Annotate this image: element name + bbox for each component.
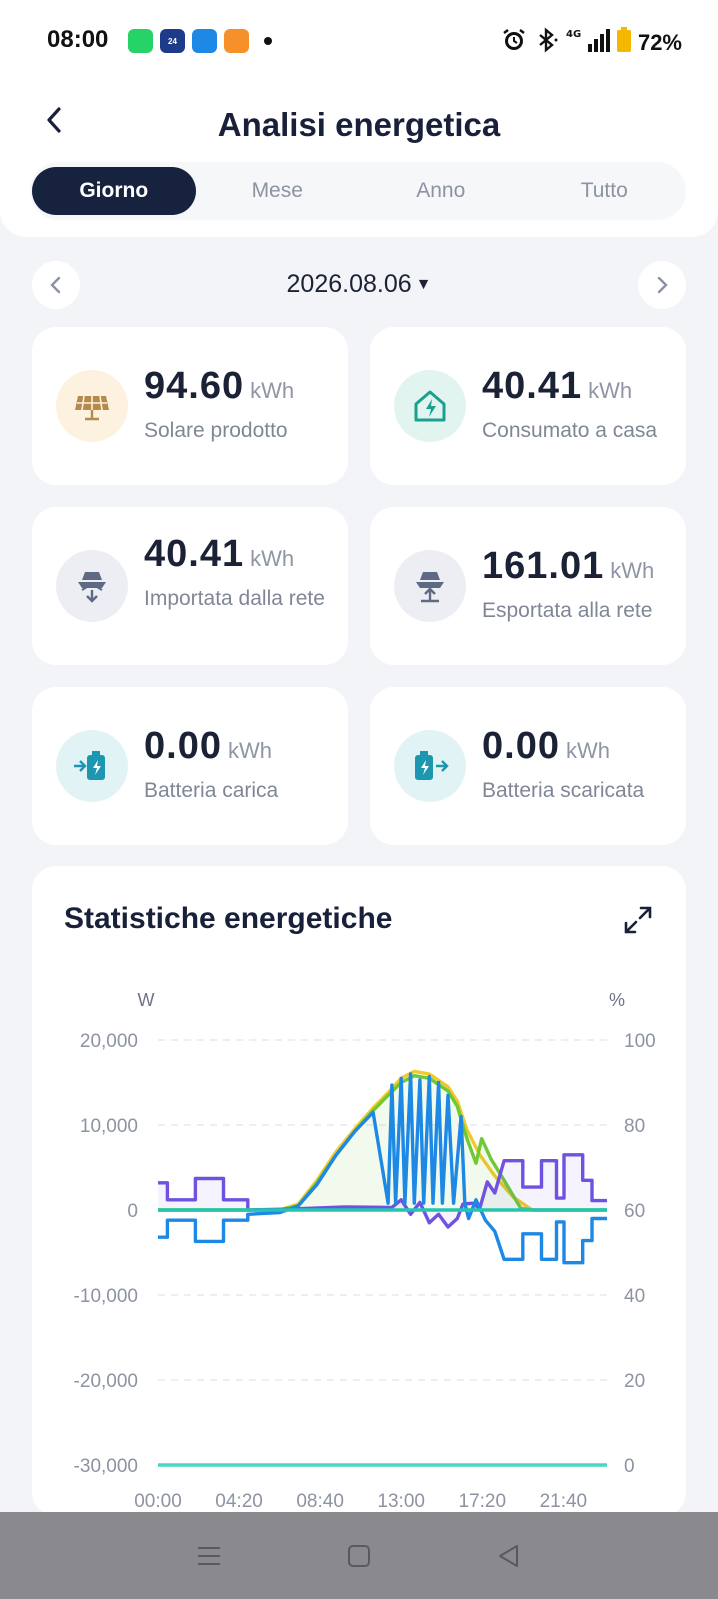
grid-export-icon	[394, 550, 466, 622]
battery-icon	[616, 26, 632, 59]
back-nav-icon	[499, 1544, 518, 1567]
menu-nav-button[interactable]	[189, 1536, 229, 1576]
caret-down-icon: ▼	[415, 276, 432, 294]
y-left-unit: W	[138, 990, 155, 1010]
stat-unit: kWh	[565, 738, 610, 763]
alarm-icon	[500, 26, 528, 59]
stat-unit: kWh	[588, 378, 633, 403]
y-left-tick-label: -30,000	[74, 1456, 138, 1477]
orange-app-icon	[224, 29, 249, 53]
date-selector[interactable]: 2026.08.06 ▼	[0, 270, 718, 299]
stat-number: 0.00	[144, 725, 222, 767]
home-energy-icon	[394, 370, 466, 442]
stat-label: Batteria carica	[144, 779, 279, 802]
home-nav-button[interactable]	[339, 1536, 379, 1576]
y-left-tick-label: 0	[127, 1201, 138, 1222]
battery-charge-icon	[56, 730, 128, 802]
y-right-tick-label: 0	[624, 1456, 635, 1477]
stat-number: 40.41	[482, 365, 583, 407]
stat-number: 94.60	[144, 365, 245, 407]
stat-number: 0.00	[482, 725, 560, 767]
stat-value: 94.60 kWh	[144, 365, 294, 408]
back-nav-button[interactable]	[489, 1536, 529, 1576]
stat-label: Batteria scaricata	[482, 779, 645, 802]
status-bar: 08:00 24 4G 72%	[0, 0, 718, 82]
next-date-button[interactable]	[638, 261, 686, 309]
battery-percent: 72%	[637, 29, 682, 55]
y-right-tick-label: 60	[624, 1201, 645, 1222]
stat-label: Esportata alla rete	[482, 599, 653, 622]
status-app-icons: 24	[128, 29, 272, 53]
energy-statistics-card: Statistiche energetiche W% 20,000 100 10,00…	[32, 866, 686, 1516]
menu-nav-icon	[198, 1546, 220, 1565]
stat-card-solare-prodotto[interactable]: 94.60 kWh Solare prodotto	[32, 327, 348, 485]
stat-value: 40.41 kWh	[144, 533, 294, 576]
stat-card-consumato-a-casa[interactable]: 40.41 kWh Consumato a casa	[370, 327, 686, 485]
stat-card-importata-dalla-rete[interactable]: 40.41 kWh Importata dalla rete	[32, 507, 348, 665]
tab-anno[interactable]: Anno	[359, 167, 523, 215]
energy-line-chart: W % 20,000 100 10,000 80 0 60 -10,000 40 -20,000 20…	[74, 990, 656, 1512]
stat-label: Consumato a casa	[482, 419, 658, 442]
stat-label: Importata dalla rete	[144, 587, 325, 610]
y-right-tick-label: 40	[624, 1286, 645, 1307]
stat-card-esportata-alla-rete[interactable]: 161.01 kWh Esportata alla rete	[370, 507, 686, 665]
stat-value: 0.00 kWh	[482, 725, 610, 768]
tab-mese[interactable]: Mese	[196, 167, 360, 215]
bluetooth-icon	[534, 26, 560, 59]
status-time: 08:00	[47, 26, 109, 53]
x-tick-label: 04:20	[215, 1491, 263, 1512]
stat-unit: kWh	[227, 738, 272, 763]
x-tick-label: 17:20	[459, 1491, 507, 1512]
status-indicators: 4G 72%	[500, 26, 682, 59]
stat-value: 40.41 kWh	[482, 365, 632, 408]
stat-card-batteria-scaricata[interactable]: 0.00 kWh Batteria scaricata	[370, 687, 686, 845]
x-tick-label: 21:40	[540, 1491, 588, 1512]
chevron-right-icon	[657, 276, 668, 294]
tab-giorno[interactable]: Giorno	[32, 167, 196, 215]
signal-4g-icon: 4G	[566, 26, 610, 59]
battery-discharge-icon	[394, 730, 466, 802]
home-nav-icon	[348, 1544, 370, 1567]
y-right-tick-label: 20	[624, 1371, 645, 1392]
x-tick-label: 00:00	[134, 1491, 182, 1512]
period-tabs: Giorno Mese Anno Tutto	[30, 162, 686, 220]
stat-unit: kWh	[610, 558, 655, 583]
stat-value: 0.00 kWh	[144, 725, 272, 768]
date-text: 2026.08.06	[286, 270, 412, 298]
news-app-icon	[192, 29, 217, 53]
grid-import-icon	[56, 550, 128, 622]
y-left-tick-label: -20,000	[74, 1371, 138, 1392]
x-tick-label: 08:40	[296, 1491, 344, 1512]
header: Analisi energetica Giorno Mese Anno Tutto	[0, 82, 718, 237]
y-right-tick-label: 100	[624, 1031, 656, 1052]
y-right-unit: %	[609, 990, 625, 1010]
stat-card-batteria-carica[interactable]: 0.00 kWh Batteria carica	[32, 687, 348, 845]
y-left-tick-label: -10,000	[74, 1286, 138, 1307]
y-left-tick-label: 10,000	[80, 1116, 138, 1137]
notification-dot-icon	[264, 37, 272, 45]
stat-unit: kWh	[250, 378, 295, 403]
tab-tutto[interactable]: Tutto	[523, 167, 687, 215]
tgcom24-icon: 24	[160, 29, 185, 53]
stat-unit: kWh	[250, 546, 295, 571]
system-navigation-bar	[0, 1512, 718, 1599]
y-left-tick-label: 20,000	[80, 1031, 138, 1052]
whatsapp-icon	[128, 29, 153, 53]
svg-text:4G: 4G	[566, 29, 581, 40]
stat-value: 161.01 kWh	[482, 545, 654, 588]
page-title: Analisi energetica	[217, 106, 501, 143]
solar-panel-icon	[56, 370, 128, 442]
stat-number: 40.41	[144, 533, 245, 575]
y-right-tick-label: 80	[624, 1116, 645, 1137]
stat-label: Solare prodotto	[144, 419, 288, 442]
stat-number: 161.01	[482, 545, 605, 587]
x-tick-label: 13:00	[377, 1491, 425, 1512]
